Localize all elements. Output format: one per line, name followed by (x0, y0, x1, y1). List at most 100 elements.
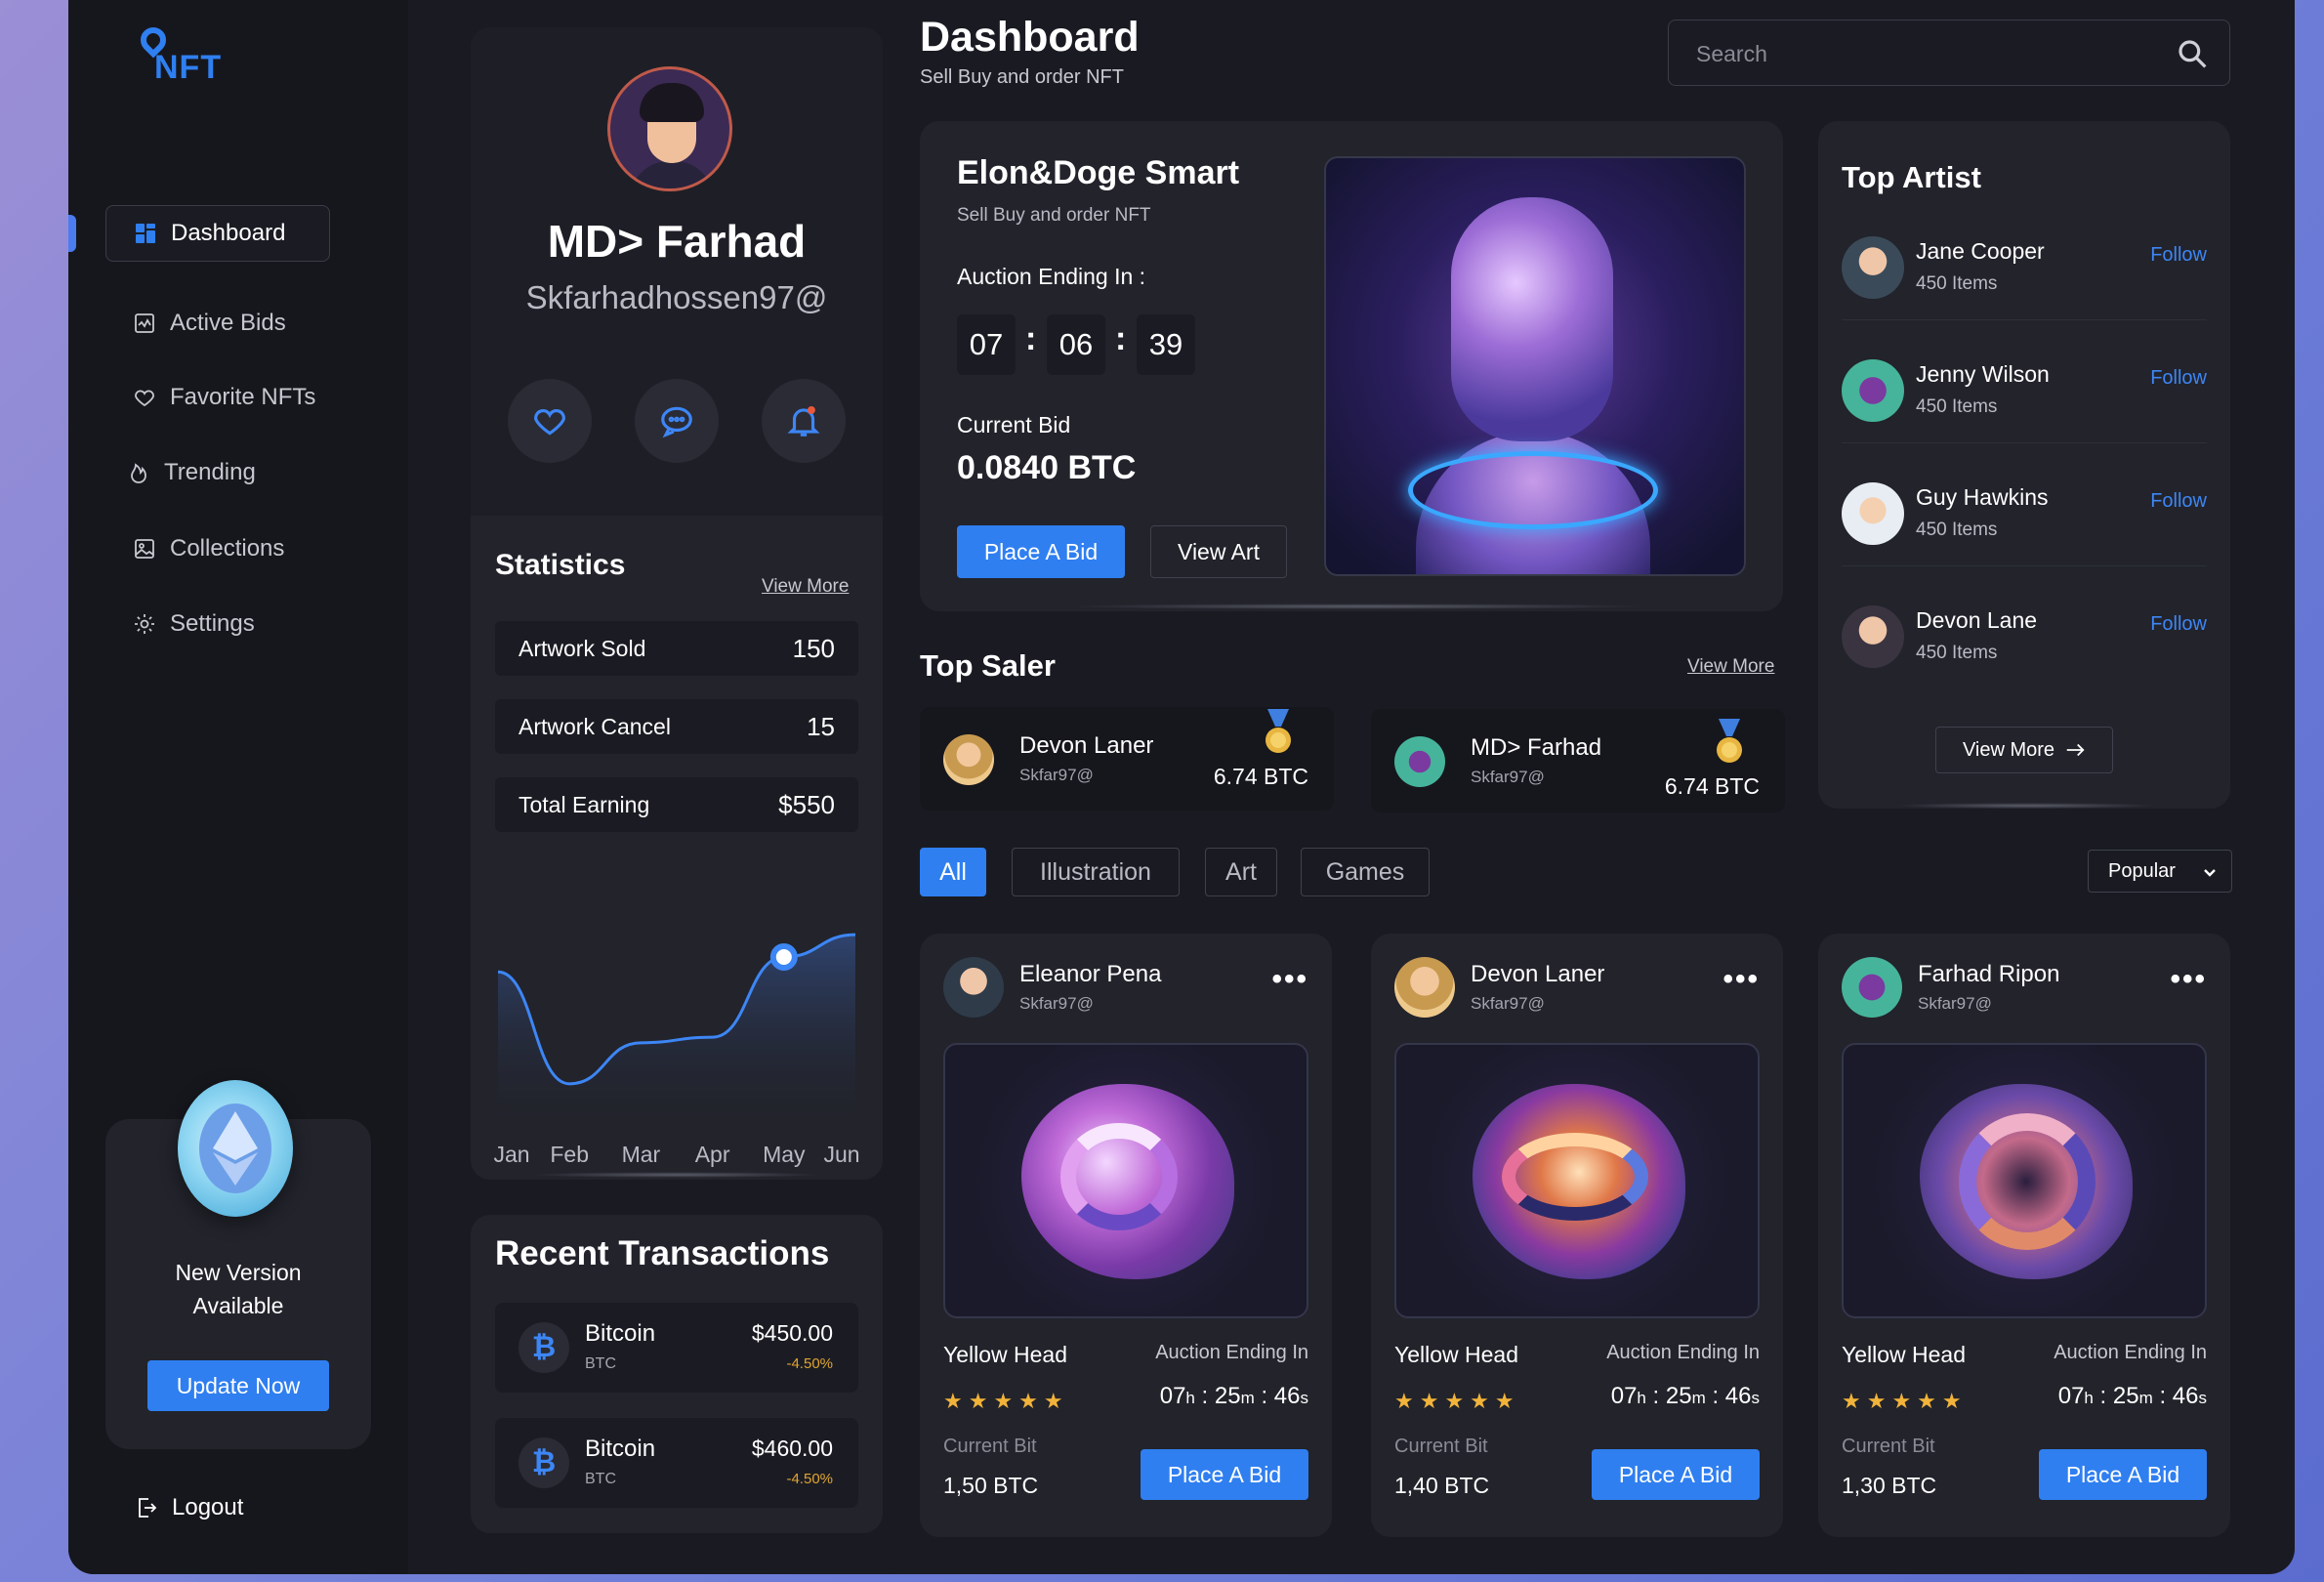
search-input[interactable] (1696, 38, 2145, 69)
sidebar-item-dashboard[interactable]: Dashboard (105, 205, 330, 262)
nft-image[interactable] (1842, 1043, 2207, 1318)
saler-btc: 6.74 BTC (1213, 764, 1308, 789)
search-box (1668, 20, 2230, 86)
x-tick-label: Jun (823, 1142, 859, 1167)
place-bid-button[interactable]: Place A Bid (1592, 1449, 1760, 1500)
filter-chip-illustration[interactable]: Illustration (1012, 848, 1180, 896)
transaction-row[interactable]: ₿ Bitcoin BTC $460.00 -4.50% (495, 1418, 858, 1508)
sidebar-item-active-bids[interactable]: Active Bids (105, 295, 330, 352)
countdown: 07h : 25m : 46s (1159, 1383, 1308, 1409)
tx-change: -4.50% (786, 1355, 833, 1372)
artist-row[interactable]: Jane Cooper 450 Items Follow (1842, 223, 2207, 320)
favorite-button[interactable] (508, 379, 592, 463)
sidebar: NFT Dashboard Active Bids Favorite NFTs … (68, 0, 408, 1574)
chart-highlight-point[interactable] (769, 943, 798, 971)
stat-value: $550 (778, 789, 835, 819)
artist-row[interactable]: Devon Lane 450 Items Follow (1842, 592, 2207, 689)
message-button[interactable] (635, 379, 719, 463)
x-tick-label: Mar (622, 1142, 661, 1167)
featured-nft-image[interactable] (1324, 156, 1746, 576)
place-bid-button[interactable]: Place A Bid (2039, 1449, 2207, 1500)
more-options-icon[interactable]: ••• (1271, 963, 1308, 996)
avatar (1842, 957, 1902, 1018)
place-bid-button[interactable]: Place A Bid (1141, 1449, 1308, 1500)
follow-button[interactable]: Follow (2150, 367, 2207, 390)
tx-amount: $450.00 (751, 1320, 833, 1346)
artist-row[interactable]: Jenny Wilson 450 Items Follow (1842, 346, 2207, 443)
more-options-icon[interactable]: ••• (2170, 963, 2207, 996)
artist-name: Devon Lane (1916, 607, 2038, 633)
flame-icon (131, 463, 146, 483)
place-bid-button[interactable]: Place A Bid (957, 525, 1125, 578)
bid-label: Current Bit (943, 1436, 1037, 1457)
nft-image[interactable] (1394, 1043, 1760, 1318)
ethereum-coin-icon (178, 1080, 293, 1217)
follow-button[interactable]: Follow (2150, 613, 2207, 636)
sidebar-item-trending[interactable]: Trending (105, 444, 330, 501)
auction-label: Auction Ending In (2054, 1342, 2207, 1363)
statistics-title: Statistics (495, 549, 626, 581)
artist-items: 450 Items (1916, 643, 1998, 663)
active-nav-marker (68, 215, 76, 252)
x-tick-label: Feb (550, 1142, 589, 1167)
artist-name: Jenny Wilson (1916, 361, 2050, 387)
follow-button[interactable]: Follow (2150, 244, 2207, 267)
top-saler-card[interactable]: MD> Farhad Skfar97@ 6.74 BTC (1371, 709, 1785, 812)
more-options-icon[interactable]: ••• (1722, 963, 1760, 996)
avatar (1842, 359, 1904, 422)
rating-stars: ★★★★★ (1842, 1389, 1968, 1413)
view-art-button[interactable]: View Art (1150, 525, 1287, 578)
filter-chip-all[interactable]: All (920, 848, 986, 896)
nft-image[interactable] (943, 1043, 1308, 1318)
notification-button[interactable] (762, 379, 846, 463)
sidebar-item-settings[interactable]: Settings (105, 596, 330, 652)
nft-card[interactable]: Farhad Ripon Skfar97@ ••• Yellow Head Au… (1818, 934, 2230, 1537)
filter-chip-art[interactable]: Art (1205, 848, 1277, 896)
transaction-row[interactable]: ₿ Bitcoin BTC $450.00 -4.50% (495, 1303, 858, 1393)
nft-card[interactable]: Eleanor Pena Skfar97@ ••• Yellow Head Au… (920, 934, 1332, 1537)
bitcoin-icon: ₿ (519, 1437, 569, 1488)
top-saler-card[interactable]: Devon Laner Skfar97@ 6.74 BTC (920, 707, 1334, 811)
bell-icon (787, 405, 820, 437)
card-title: Yellow Head (1842, 1342, 1967, 1367)
chart-area-fill (498, 935, 855, 1121)
bid-value: 1,50 BTC (943, 1473, 1039, 1498)
auction-label: Auction Ending In (1606, 1342, 1760, 1363)
tx-amount: $460.00 (751, 1436, 833, 1461)
top-saler-title: Top Saler (920, 648, 1056, 683)
logo[interactable]: NFT (135, 21, 242, 92)
timer-separator: : (1115, 320, 1127, 357)
artist-items: 450 Items (1916, 396, 1998, 417)
avatar (1842, 236, 1904, 299)
card-owner-email: Skfar97@ (1471, 994, 1545, 1013)
saler-btc: 6.74 BTC (1664, 773, 1760, 799)
update-now-button[interactable]: Update Now (147, 1360, 329, 1411)
app-window: NFT Dashboard Active Bids Favorite NFTs … (68, 0, 2295, 1574)
avatar[interactable] (607, 66, 732, 191)
rating-stars: ★★★★★ (1394, 1389, 1520, 1413)
logout-button[interactable]: Logout (135, 1494, 243, 1521)
sidebar-item-label: Collections (170, 535, 285, 562)
nft-card[interactable]: Devon Laner Skfar97@ ••• Yellow Head Auc… (1371, 934, 1783, 1537)
sidebar-item-label: Active Bids (170, 310, 286, 336)
sidebar-item-favorite-nfts[interactable]: Favorite NFTs (105, 369, 330, 426)
view-more-label: View More (1962, 738, 2055, 761)
stat-label: Artwork Cancel (519, 713, 671, 739)
sidebar-item-collections[interactable]: Collections (105, 520, 330, 577)
statistics-view-more-link[interactable]: View More (762, 576, 849, 598)
top-saler-view-more-link[interactable]: View More (1687, 656, 1774, 678)
artist-row[interactable]: Guy Hawkins 450 Items Follow (1842, 469, 2207, 566)
card-owner-name: Devon Laner (1471, 961, 1605, 987)
top-artist-view-more-button[interactable]: View More (1935, 727, 2113, 773)
chevron-down-icon (2204, 869, 2216, 877)
follow-button[interactable]: Follow (2150, 490, 2207, 513)
sidebar-item-label: Favorite NFTs (170, 384, 316, 410)
saler-email: Skfar97@ (1019, 766, 1094, 784)
bid-label: Current Bit (1842, 1436, 1935, 1457)
sort-value: Popular (2108, 859, 2176, 882)
transactions-title: Recent Transactions (495, 1234, 830, 1272)
stat-label: Total Earning (519, 791, 650, 817)
search-icon[interactable] (2177, 38, 2208, 69)
sort-dropdown[interactable]: Popular (2088, 850, 2232, 893)
filter-chip-games[interactable]: Games (1301, 848, 1430, 896)
